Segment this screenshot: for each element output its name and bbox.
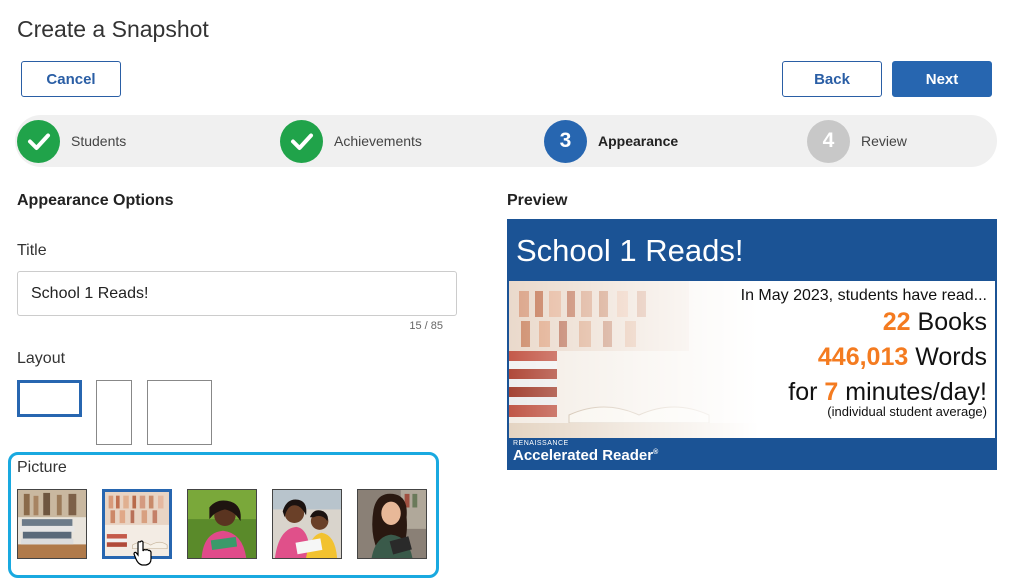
hand-pointer-icon bbox=[133, 540, 152, 566]
preview-words-line: 446,013 Words bbox=[741, 340, 987, 375]
step-number: 3 bbox=[544, 119, 587, 163]
books-count: 22 bbox=[882, 308, 911, 336]
preview-title: School 1 Reads! bbox=[516, 233, 744, 268]
snapshot-preview: School 1 Reads! In May 2023, students ha… bbox=[507, 219, 997, 470]
step-number: 4 bbox=[807, 119, 850, 163]
step-achievements[interactable]: Achievements bbox=[280, 119, 422, 163]
preview-heading: Preview bbox=[507, 192, 568, 209]
layout-option-tall[interactable] bbox=[96, 380, 132, 445]
layout-label: Layout bbox=[17, 350, 66, 367]
appearance-options-heading: Appearance Options bbox=[17, 192, 174, 209]
brand-name: Accelerated Reader bbox=[513, 447, 654, 464]
step-review[interactable]: 4 Review bbox=[807, 119, 907, 163]
picture-option-girl-tablet[interactable] bbox=[357, 489, 427, 559]
preview-books-line: 22 Books bbox=[741, 305, 987, 340]
preview-note: (individual student average) bbox=[827, 404, 987, 419]
step-label: Appearance bbox=[598, 133, 679, 149]
layout-option-wide[interactable] bbox=[17, 380, 82, 417]
title-input[interactable] bbox=[17, 271, 457, 316]
picture-option-books-stack[interactable] bbox=[17, 489, 87, 559]
minutes-label: minutes/day! bbox=[845, 378, 987, 406]
picture-option-kids-reading[interactable] bbox=[272, 489, 342, 559]
step-label: Achievements bbox=[334, 133, 422, 149]
accelerated-reader-logo: RENAISSANCE Accelerated Reader® bbox=[513, 440, 658, 464]
picture-option-girl-reading[interactable] bbox=[187, 489, 257, 559]
next-button[interactable]: Next bbox=[892, 61, 992, 97]
brand-main: Accelerated Reader® bbox=[513, 447, 658, 464]
preview-body: In May 2023, students have read... 22 Bo… bbox=[509, 281, 995, 438]
cancel-button[interactable]: Cancel bbox=[21, 61, 121, 97]
library-books-icon bbox=[509, 281, 759, 438]
minutes-count: 7 bbox=[824, 378, 839, 406]
character-count: 15 / 85 bbox=[409, 320, 443, 332]
preview-stats: In May 2023, students have read... 22 Bo… bbox=[741, 287, 987, 419]
books-stack-icon bbox=[18, 490, 86, 558]
layout-option-square[interactable] bbox=[147, 380, 212, 445]
words-count: 446,013 bbox=[817, 343, 909, 371]
page-title: Create a Snapshot bbox=[17, 16, 209, 42]
brand-small: RENAISSANCE bbox=[513, 440, 569, 447]
preview-intro: In May 2023, students have read... bbox=[740, 287, 987, 304]
girl-tablet-icon bbox=[358, 490, 426, 558]
check-icon bbox=[280, 119, 323, 163]
progress-stepper: Students Achievements 3 Appearance 4 Rev… bbox=[15, 115, 997, 167]
kids-reading-icon bbox=[273, 490, 341, 558]
back-button[interactable]: Back bbox=[782, 61, 882, 97]
step-appearance[interactable]: 3 Appearance bbox=[544, 119, 679, 163]
title-label: Title bbox=[17, 242, 47, 259]
brand-mark: ® bbox=[653, 449, 659, 456]
girl-reading-icon bbox=[188, 490, 256, 558]
step-students[interactable]: Students bbox=[17, 119, 127, 163]
step-label: Students bbox=[71, 133, 127, 149]
step-label: Review bbox=[861, 133, 907, 149]
check-icon bbox=[17, 119, 60, 163]
books-label: Books bbox=[917, 308, 987, 336]
words-label: Words bbox=[915, 343, 987, 371]
picture-label: Picture bbox=[17, 459, 67, 476]
minutes-prefix: for bbox=[788, 378, 818, 406]
